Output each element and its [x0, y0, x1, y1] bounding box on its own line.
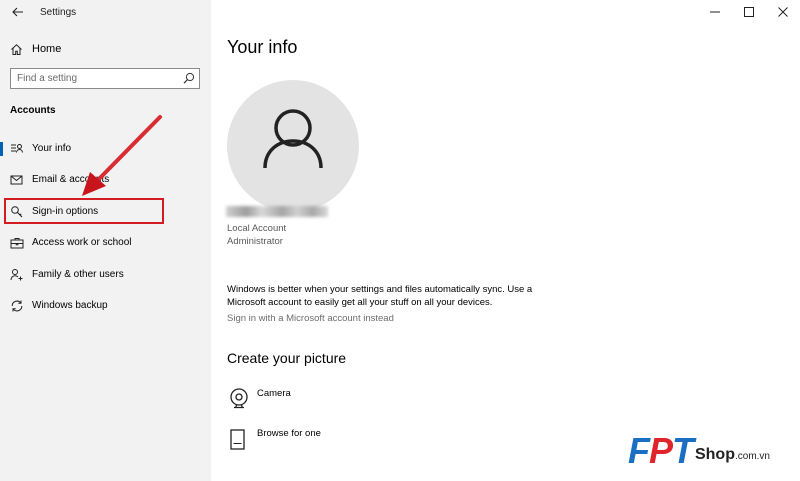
camera-label: Camera [257, 388, 291, 399]
sidebar-item-label: Access work or school [32, 237, 132, 248]
user-silhouette-icon [263, 109, 323, 169]
sidebar: Settings Home Accounts Your info Email &… [0, 0, 211, 481]
back-button[interactable] [8, 3, 28, 21]
home-label: Home [32, 43, 62, 55]
highlight-box [4, 198, 164, 224]
back-arrow-icon [12, 7, 23, 17]
logo-fpt: FPT [627, 430, 694, 471]
title-bar: Settings [0, 0, 211, 24]
username-redacted [226, 206, 328, 217]
avatar [227, 80, 359, 212]
section-label: Accounts [10, 105, 56, 116]
window-controls [698, 0, 800, 24]
browse-file-icon [230, 429, 245, 450]
sidebar-item-windows-backup[interactable]: Windows backup [0, 291, 211, 321]
sync-description: Windows is better when your settings and… [227, 284, 533, 308]
search-input[interactable] [17, 71, 177, 86]
app-title: Settings [40, 7, 77, 18]
add-person-icon [10, 269, 23, 281]
microsoft-account-link[interactable]: Sign in with a Microsoft account instead [227, 313, 394, 324]
minimize-button[interactable] [698, 0, 732, 24]
briefcase-icon [10, 238, 24, 249]
person-card-icon [11, 144, 23, 153]
sidebar-item-your-info[interactable]: Your info [0, 134, 211, 164]
fpt-shop-logo: FPT Shop .com.vn [628, 433, 770, 469]
sidebar-item-family[interactable]: Family & other users [0, 260, 211, 290]
minimize-icon [710, 11, 720, 13]
create-picture-heading: Create your picture [227, 350, 347, 366]
logo-domain: .com.vn [734, 450, 770, 462]
main-content: Your info Local Account Administrator Wi… [211, 0, 800, 481]
maximize-icon [744, 7, 754, 17]
sidebar-item-label: Your info [32, 143, 72, 154]
camera-icon [230, 388, 248, 409]
sidebar-item-label: Windows backup [32, 300, 108, 311]
account-type: Local Account [227, 223, 287, 234]
home-icon [11, 43, 22, 55]
sidebar-item-label: Family & other users [32, 269, 124, 280]
sync-icon [11, 300, 23, 312]
mail-icon [10, 175, 23, 185]
account-role: Administrator [227, 236, 283, 247]
sidebar-item-label: Email & accounts [32, 174, 110, 185]
close-button[interactable] [766, 0, 800, 24]
close-icon [778, 7, 788, 17]
sidebar-item-email[interactable]: Email & accounts [0, 165, 211, 195]
home-nav-item[interactable]: Home [10, 40, 61, 58]
search-box[interactable] [10, 68, 200, 89]
page-title: Your info [227, 37, 298, 57]
search-icon[interactable] [183, 72, 195, 85]
logo-shop: Shop [694, 446, 735, 463]
browse-label: Browse for one [257, 428, 321, 439]
sidebar-item-work-school[interactable]: Access work or school [0, 228, 211, 258]
maximize-button[interactable] [732, 0, 766, 24]
